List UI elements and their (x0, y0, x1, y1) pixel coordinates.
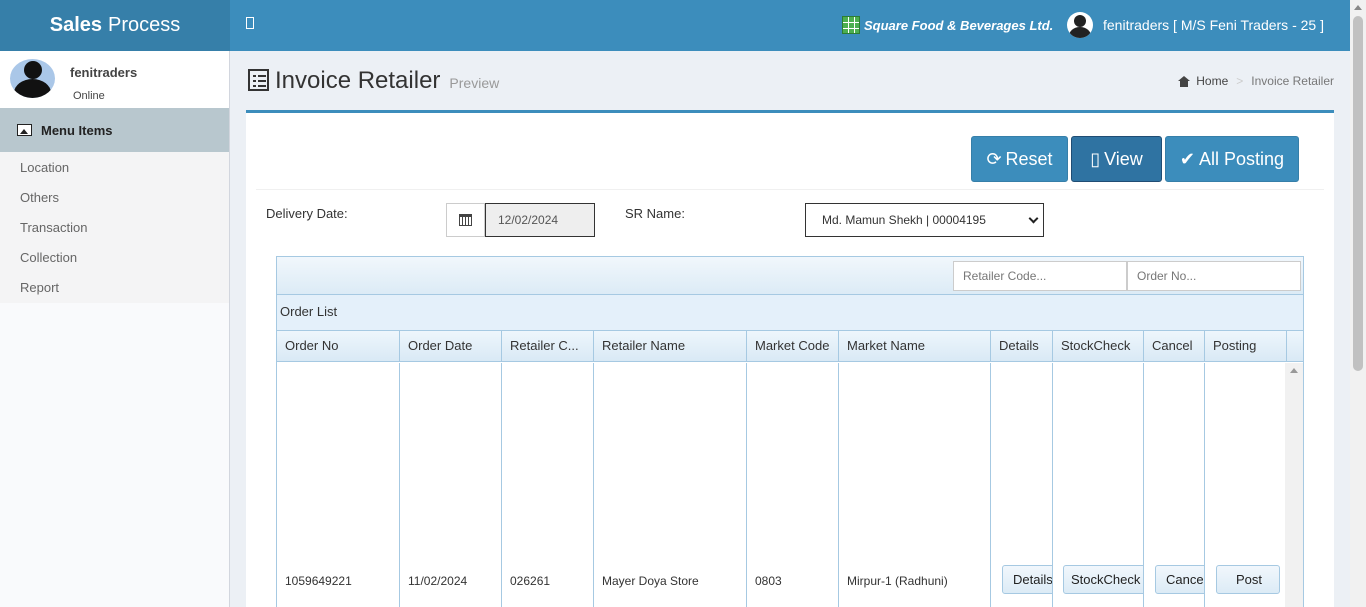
delivery-date-input[interactable]: 12/02/2024 (485, 203, 595, 237)
user-menu[interactable]: fenitraders [ M/S Feni Traders - 25 ] (1067, 12, 1324, 38)
calendar-icon (459, 214, 472, 226)
sidebar-user-name: fenitraders (70, 65, 138, 80)
retailer-name-cell: Mayer Doya Store (602, 574, 699, 588)
refresh-icon: ⟳ (986, 148, 1002, 169)
sr-name-select[interactable]: Md. Mamun Shekh | 00004195 (805, 203, 1044, 237)
brand-rest: Process (108, 14, 181, 36)
app-logo[interactable]: Sales Process (0, 0, 230, 51)
grid-scrollbar[interactable] (1285, 363, 1303, 607)
page-subtitle: Preview (449, 75, 500, 91)
picture-icon (17, 124, 32, 136)
retailer-name-col: Mayer Doya Store (594, 363, 747, 607)
main-box: ⟳ Reset ▯ View ✔ All Posting Delivery Da… (246, 110, 1334, 607)
scroll-thumb[interactable] (1353, 16, 1363, 371)
order-no-col: 1059649221 (277, 363, 400, 607)
scroll-up-icon[interactable] (1354, 5, 1362, 10)
column-header[interactable]: Market Name (839, 331, 991, 361)
details-button[interactable]: Details (1002, 565, 1052, 594)
sr-name-label: SR Name: (625, 206, 685, 221)
chevron-down-icon (1028, 213, 1039, 224)
breadcrumb-current: Invoice Retailer (1251, 74, 1334, 88)
table-row: 1059649221 11/02/2024 026261 Mayer Doya … (277, 363, 1303, 607)
cancel-button[interactable]: Cancel (1155, 565, 1204, 594)
user-menu-label: fenitraders [ M/S Feni Traders - 25 ] (1103, 17, 1324, 33)
avatar (10, 59, 55, 98)
order-date-col: 11/02/2024 (400, 363, 502, 607)
market-name-cell: Mirpur-1 (Radhuni) (847, 574, 948, 588)
divider (256, 189, 1324, 190)
retailer-code-cell: 026261 (510, 574, 551, 588)
sidebar-item-others[interactable]: Others (0, 183, 229, 213)
all-posting-button[interactable]: ✔ All Posting (1165, 136, 1299, 182)
breadcrumb-home[interactable]: Home (1196, 74, 1228, 88)
file-icon: ▯ (1090, 148, 1101, 169)
home-icon[interactable] (1178, 75, 1191, 87)
view-label: View (1104, 148, 1143, 169)
retailer-code-input[interactable]: Retailer Code... (953, 261, 1127, 291)
sidebar-item-transaction[interactable]: Transaction (0, 213, 229, 243)
column-header[interactable]: Details (991, 331, 1053, 361)
column-header[interactable]: Market Code (747, 331, 839, 361)
grid-caption: Order List (277, 295, 1303, 331)
breadcrumb-separator: > (1236, 74, 1244, 88)
sidebar: fenitraders Online Menu Items Location O… (0, 51, 230, 607)
order-grid: Retailer Code... Order No... Order List … (276, 256, 1304, 607)
reset-button[interactable]: ⟳ Reset (971, 136, 1068, 182)
order-no-cell: 1059649221 (285, 574, 352, 588)
order-date-cell: 11/02/2024 (408, 574, 468, 588)
list-icon (248, 69, 269, 91)
market-name-col: Mirpur-1 (Radhuni) (839, 363, 991, 607)
details-col: Details (991, 363, 1053, 607)
column-header[interactable]: Posting (1205, 331, 1287, 361)
cancel-col: Cancel (1144, 363, 1205, 607)
page-title: Invoice Retailer (275, 67, 441, 94)
stockcheck-col: StockCheck (1053, 363, 1144, 607)
page-header: Invoice Retailer Preview (248, 66, 499, 95)
menu-header[interactable]: Menu Items (0, 108, 229, 152)
user-panel: fenitraders Online (0, 51, 229, 108)
column-header[interactable]: StockCheck (1053, 331, 1144, 361)
column-header[interactable]: Cancel (1144, 331, 1205, 361)
sidebar-item-location[interactable]: Location (0, 153, 229, 183)
market-code-col: 0803 (747, 363, 839, 607)
menu-list: Location Others Transaction Collection R… (0, 152, 229, 303)
scroll-up-icon[interactable] (1290, 368, 1298, 373)
sidebar-item-collection[interactable]: Collection (0, 243, 229, 273)
column-header[interactable]: Retailer Name (594, 331, 747, 361)
check-icon: ✔ (1179, 148, 1196, 169)
sidebar-toggle-icon[interactable] (246, 17, 254, 29)
view-button[interactable]: ▯ View (1071, 136, 1162, 182)
stockcheck-button[interactable]: StockCheck (1063, 565, 1143, 594)
retailer-code-col: 026261 (502, 363, 594, 607)
grid-toolbar: Retailer Code... Order No... (277, 257, 1303, 295)
company-label: Square Food & Beverages Ltd. (864, 17, 1054, 33)
column-header[interactable]: Order Date (400, 331, 502, 361)
post-button[interactable]: Post (1216, 565, 1280, 594)
column-header[interactable]: Order No (277, 331, 400, 361)
delivery-date-label: Delivery Date: (266, 206, 348, 221)
sidebar-user-status: Online (73, 90, 105, 102)
top-navbar: Sales Process Square Food & Beverages Lt… (0, 0, 1350, 51)
column-header[interactable]: Retailer C... (502, 331, 594, 361)
page-scrollbar[interactable] (1350, 0, 1366, 607)
market-code-cell: 0803 (755, 574, 782, 588)
company-name: Square Food & Beverages Ltd. (842, 16, 1053, 34)
breadcrumb: Home > Invoice Retailer (1178, 74, 1334, 88)
user-avatar-icon (1067, 12, 1093, 38)
reset-label: Reset (1005, 148, 1053, 169)
sidebar-item-report[interactable]: Report (0, 273, 229, 303)
order-no-input[interactable]: Order No... (1127, 261, 1301, 291)
spreadsheet-icon (842, 16, 860, 34)
brand-bold: Sales (49, 14, 102, 36)
posting-col: Post (1205, 363, 1287, 607)
grid-header-row: Order No Order Date Retailer C... Retail… (277, 331, 1303, 362)
date-picker-button[interactable] (446, 203, 485, 237)
all-posting-label: All Posting (1199, 148, 1285, 169)
menu-header-label: Menu Items (41, 122, 113, 138)
sr-name-value: Md. Mamun Shekh | 00004195 (822, 213, 986, 227)
